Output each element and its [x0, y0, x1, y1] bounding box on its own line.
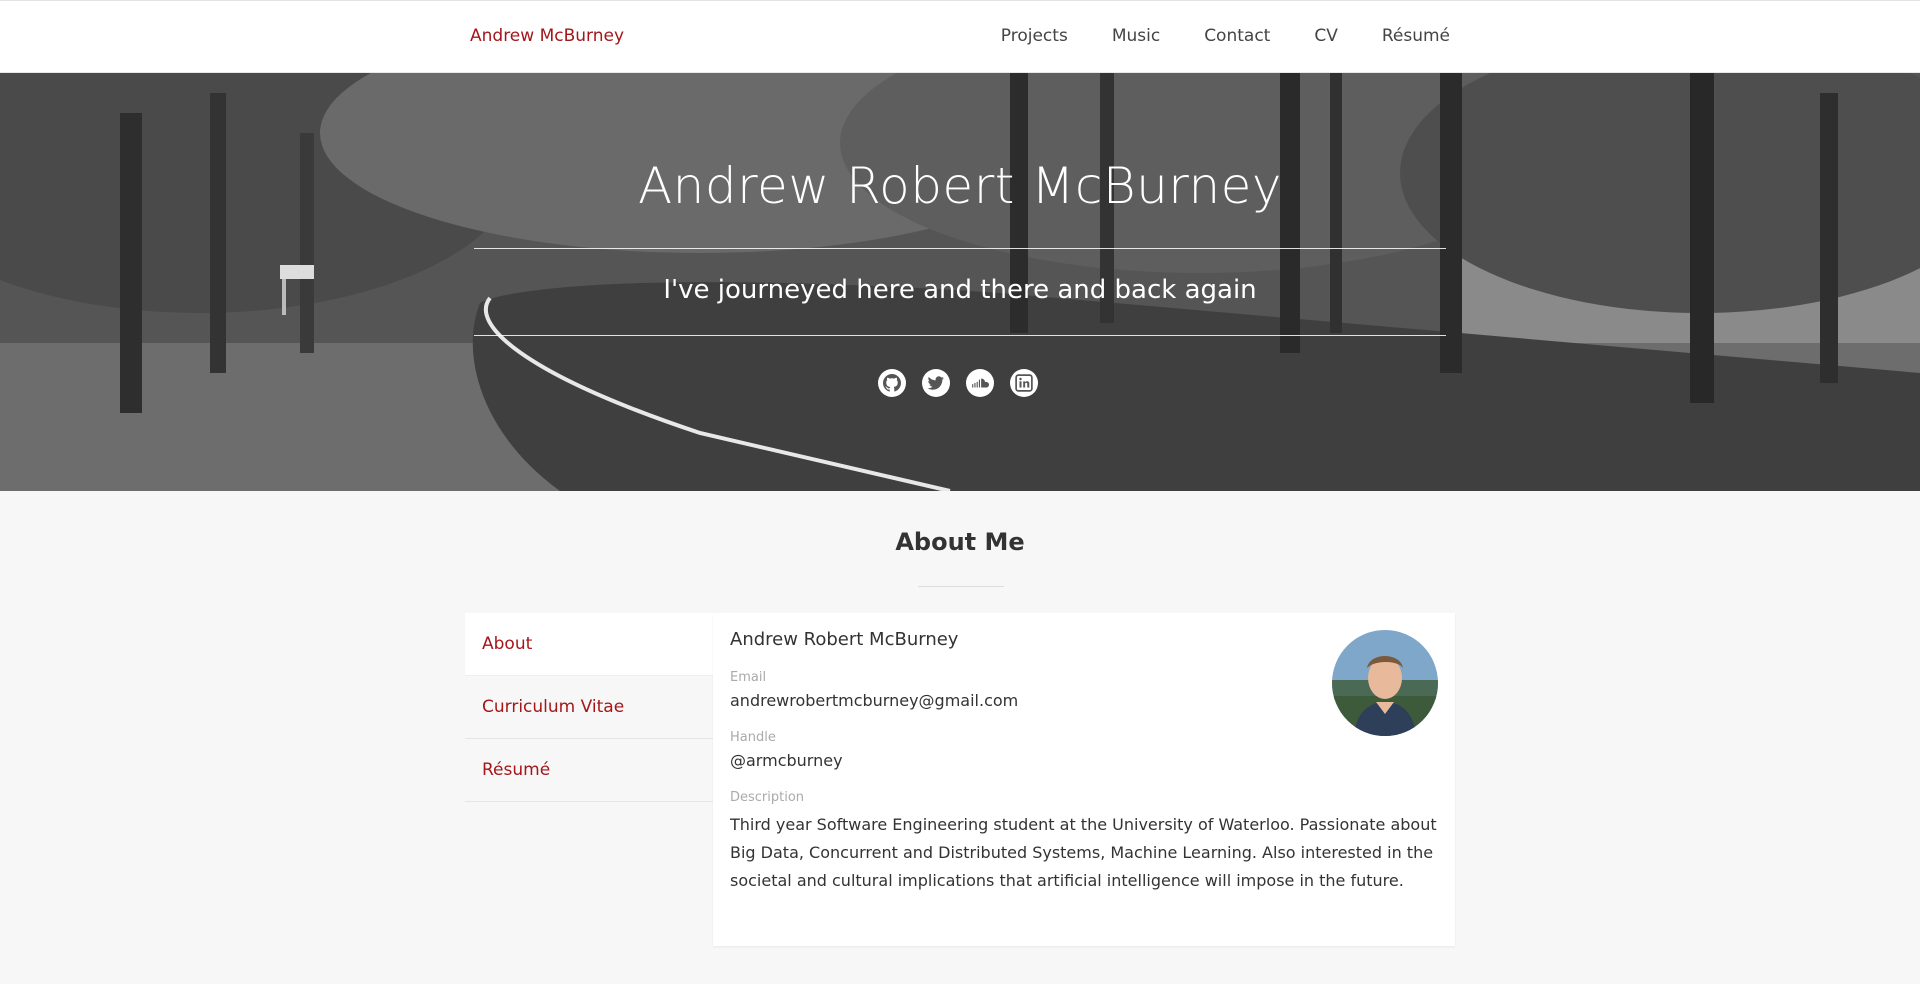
hero-title: Andrew Robert McBurney	[637, 157, 1283, 215]
main-nav: Projects Music Contact CV Résumé	[1001, 26, 1450, 46]
nav-link-contact[interactable]: Contact	[1204, 26, 1270, 46]
hero-banner: Andrew Robert McBurney I've journeyed he…	[0, 73, 1920, 491]
tab-curriculum-vitae[interactable]: Curriculum Vitae	[465, 676, 713, 739]
linkedin-icon[interactable]	[1010, 369, 1038, 397]
twitter-icon[interactable]	[922, 369, 950, 397]
tab-resume[interactable]: Résumé	[465, 739, 713, 802]
avatar	[1332, 630, 1438, 736]
profile-name: Andrew Robert McBurney	[730, 629, 959, 650]
hero-divider-bottom	[474, 335, 1446, 336]
description-label: Description	[730, 790, 805, 805]
tab-about[interactable]: About	[465, 613, 713, 676]
soundcloud-icon[interactable]	[966, 369, 994, 397]
social-links	[878, 369, 1038, 397]
about-heading-rule	[918, 586, 1004, 587]
brand-link[interactable]: Andrew McBurney	[470, 26, 624, 46]
handle-value: @armcburney	[730, 751, 843, 770]
nav-link-cv[interactable]: CV	[1314, 26, 1338, 46]
nav-link-projects[interactable]: Projects	[1001, 26, 1068, 46]
email-value: andrewrobertmcburney@gmail.com	[730, 691, 1019, 710]
hero-divider-top	[474, 248, 1446, 249]
github-icon[interactable]	[878, 369, 906, 397]
profile-card: Andrew Robert McBurney Email andrewrober…	[713, 613, 1455, 946]
about-tabs: About Curriculum Vitae Résumé	[465, 613, 713, 802]
top-navbar: Andrew McBurney Projects Music Contact C…	[0, 0, 1920, 73]
nav-link-music[interactable]: Music	[1112, 26, 1160, 46]
nav-link-resume[interactable]: Résumé	[1382, 26, 1450, 46]
handle-label: Handle	[730, 730, 776, 745]
hero-subtitle: I've journeyed here and there and back a…	[663, 275, 1257, 305]
description-value: Third year Software Engineering student …	[730, 815, 1437, 890]
about-heading: About Me	[895, 528, 1025, 556]
